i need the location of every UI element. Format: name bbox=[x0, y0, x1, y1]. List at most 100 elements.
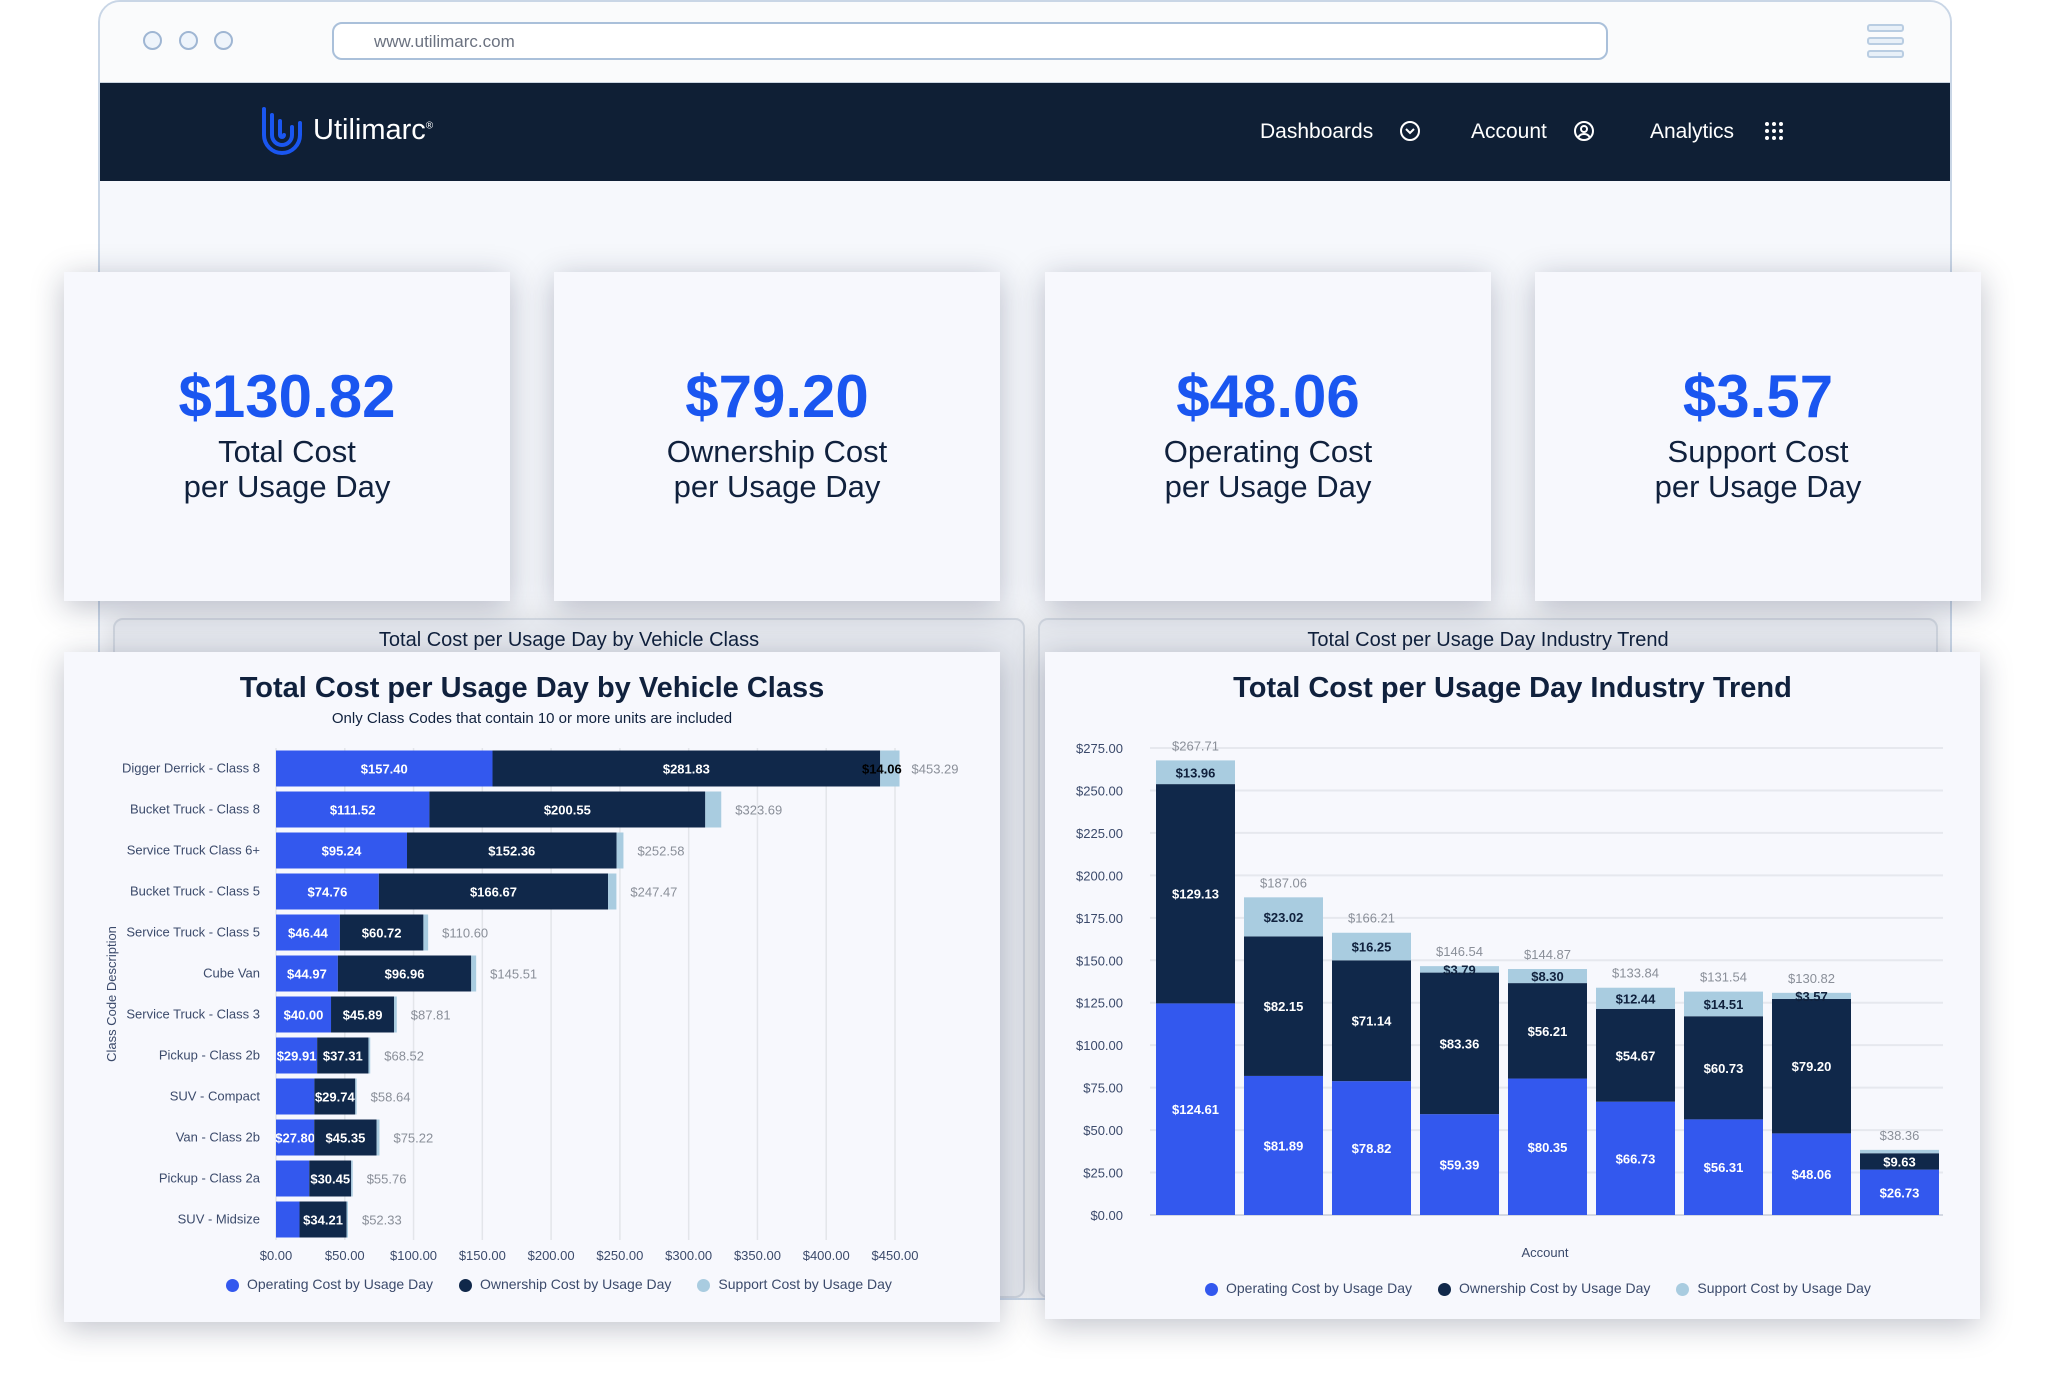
legend-item[interactable]: Ownership Cost by Usage Day bbox=[1437, 1280, 1650, 1296]
legend-dot-icon bbox=[697, 1278, 711, 1292]
data-label: $111.52 bbox=[330, 803, 376, 818]
grid-icon bbox=[1764, 122, 1783, 140]
vehicle-class-chart-card: Total Cost per Usage Day by Vehicle Clas… bbox=[64, 652, 1000, 1322]
total-label: $130.82 bbox=[1788, 971, 1835, 986]
data-label: $78.82 bbox=[1352, 1141, 1392, 1156]
legend-dot-icon bbox=[226, 1278, 239, 1292]
url-bar[interactable]: www.utilimarc.com bbox=[332, 22, 1608, 60]
legend-dot-icon bbox=[458, 1278, 472, 1292]
x-tick-label: $400.00 bbox=[803, 1248, 850, 1263]
menu-icon[interactable] bbox=[1867, 24, 1904, 63]
nav-account[interactable]: Account bbox=[1471, 120, 1595, 144]
data-label: $3.79 bbox=[1443, 962, 1476, 977]
data-label: $56.21 bbox=[1528, 1024, 1568, 1039]
category-label: SUV - Midsize bbox=[178, 1212, 260, 1227]
category-label: Pickup - Class 2b bbox=[159, 1048, 260, 1063]
legend-item[interactable]: Operating Cost by Usage Day bbox=[226, 1276, 433, 1292]
data-label: $13.96 bbox=[1176, 765, 1216, 780]
category-label: Service Truck - Class 5 bbox=[126, 925, 260, 940]
kpi-card: $3.57 Support Cost per Usage Day bbox=[1535, 272, 1981, 601]
category-label: SUV - Compact bbox=[170, 1089, 261, 1104]
x-tick-label: $450.00 bbox=[872, 1248, 919, 1263]
kpi-label-line: per Usage Day bbox=[673, 469, 881, 504]
kpi-value: $130.82 bbox=[178, 363, 396, 430]
data-label: $74.76 bbox=[308, 885, 348, 900]
data-label: $82.15 bbox=[1264, 999, 1304, 1014]
x-tick-label: $150.00 bbox=[459, 1248, 506, 1263]
bar-segment bbox=[608, 873, 617, 910]
window-minimize-button[interactable] bbox=[179, 31, 198, 50]
legend-item[interactable]: Support Cost by Usage Day bbox=[697, 1276, 892, 1292]
category-label: Pickup - Class 2a bbox=[159, 1171, 261, 1186]
total-label: $133.84 bbox=[1612, 966, 1659, 981]
kpi-card: $48.06 Operating Cost per Usage Day bbox=[1045, 272, 1491, 601]
window-close-button[interactable] bbox=[143, 31, 162, 50]
data-label: $124.61 bbox=[1172, 1102, 1219, 1117]
industry-trend-chart-card: Total Cost per Usage Day Industry Trend … bbox=[1045, 652, 1980, 1319]
data-label: $166.67 bbox=[470, 885, 517, 900]
kpi-label-line: Operating Cost bbox=[1163, 434, 1373, 469]
y-tick-label: $125.00 bbox=[1076, 996, 1123, 1011]
data-label: $30.45 bbox=[310, 1172, 350, 1187]
total-label: $110.60 bbox=[442, 926, 488, 941]
y-tick-label: $75.00 bbox=[1083, 1081, 1123, 1096]
nav-account-label: Account bbox=[1471, 120, 1547, 143]
kpi-label: Support Cost per Usage Day bbox=[1535, 434, 1981, 504]
bar-segment bbox=[394, 996, 397, 1033]
data-label: $54.67 bbox=[1616, 1048, 1656, 1063]
x-axis-label: Account bbox=[1522, 1245, 1569, 1260]
kpi-label-line: per Usage Day bbox=[1654, 469, 1862, 504]
x-tick-label: $0.00 bbox=[260, 1248, 293, 1263]
bar-segment bbox=[346, 1201, 348, 1238]
bar-segment bbox=[376, 1119, 380, 1156]
category-label: Bucket Truck - Class 8 bbox=[130, 802, 260, 817]
data-label: $45.35 bbox=[326, 1131, 366, 1146]
bar-segment bbox=[276, 1201, 300, 1238]
kpi-value: $79.20 bbox=[685, 363, 869, 430]
legend-label: Support Cost by Usage Day bbox=[1697, 1280, 1871, 1296]
x-tick-label: $350.00 bbox=[734, 1248, 781, 1263]
legend-item[interactable]: Ownership Cost by Usage Day bbox=[458, 1276, 671, 1292]
data-label: $66.73 bbox=[1616, 1151, 1656, 1166]
data-label: $40.00 bbox=[284, 1008, 324, 1023]
total-label: $144.87 bbox=[1524, 947, 1571, 962]
category-label: Service Truck Class 6+ bbox=[127, 843, 260, 858]
x-tick-label: $250.00 bbox=[596, 1248, 643, 1263]
data-label: $71.14 bbox=[1352, 1014, 1393, 1029]
ghost-chart-title: Total Cost per Usage Day Industry Trend bbox=[1307, 629, 1669, 651]
nav-dashboards[interactable]: Dashboards bbox=[1260, 120, 1421, 144]
user-circle-icon bbox=[1573, 121, 1594, 141]
kpi-label: Ownership Cost per Usage Day bbox=[554, 434, 1000, 504]
legend-item[interactable]: Operating Cost by Usage Day bbox=[1205, 1280, 1412, 1296]
data-label: $29.74 bbox=[315, 1090, 356, 1105]
total-label: $58.64 bbox=[371, 1090, 411, 1105]
total-label: $187.06 bbox=[1260, 875, 1307, 890]
bar-segment bbox=[355, 1078, 357, 1115]
kpi-card: $130.82 Total Cost per Usage Day bbox=[64, 272, 510, 601]
legend-item[interactable]: Support Cost by Usage Day bbox=[1676, 1280, 1871, 1296]
nav-analytics[interactable]: Analytics bbox=[1650, 120, 1784, 144]
nav-dashboards-label: Dashboards bbox=[1260, 120, 1374, 143]
data-label: $81.89 bbox=[1264, 1138, 1304, 1153]
data-label: $80.35 bbox=[1528, 1140, 1568, 1155]
brand-name[interactable]: Utilimarc® bbox=[313, 114, 433, 147]
data-label: $8.30 bbox=[1531, 969, 1564, 984]
category-label: Van - Class 2b bbox=[176, 1130, 260, 1145]
category-label: Bucket Truck - Class 5 bbox=[130, 884, 260, 899]
data-label: $129.13 bbox=[1172, 887, 1219, 902]
x-tick-label: $300.00 bbox=[665, 1248, 712, 1263]
chevron-circle-icon bbox=[1400, 121, 1421, 141]
window-maximize-button[interactable] bbox=[214, 31, 233, 50]
bar-segment bbox=[368, 1037, 371, 1074]
y-axis-label: Class Code Description bbox=[104, 926, 119, 1062]
legend-label: Operating Cost by Usage Day bbox=[1226, 1280, 1412, 1296]
category-label: Service Truck - Class 3 bbox=[126, 1007, 260, 1022]
data-label: $46.44 bbox=[288, 926, 329, 941]
total-label: $453.29 bbox=[912, 762, 959, 777]
data-label: $152.36 bbox=[488, 844, 535, 859]
legend-label: Operating Cost by Usage Day bbox=[247, 1276, 433, 1292]
y-tick-label: $50.00 bbox=[1083, 1123, 1123, 1138]
total-label: $267.71 bbox=[1172, 738, 1219, 753]
bar-segment bbox=[351, 1160, 353, 1197]
total-label: $323.69 bbox=[735, 803, 782, 818]
